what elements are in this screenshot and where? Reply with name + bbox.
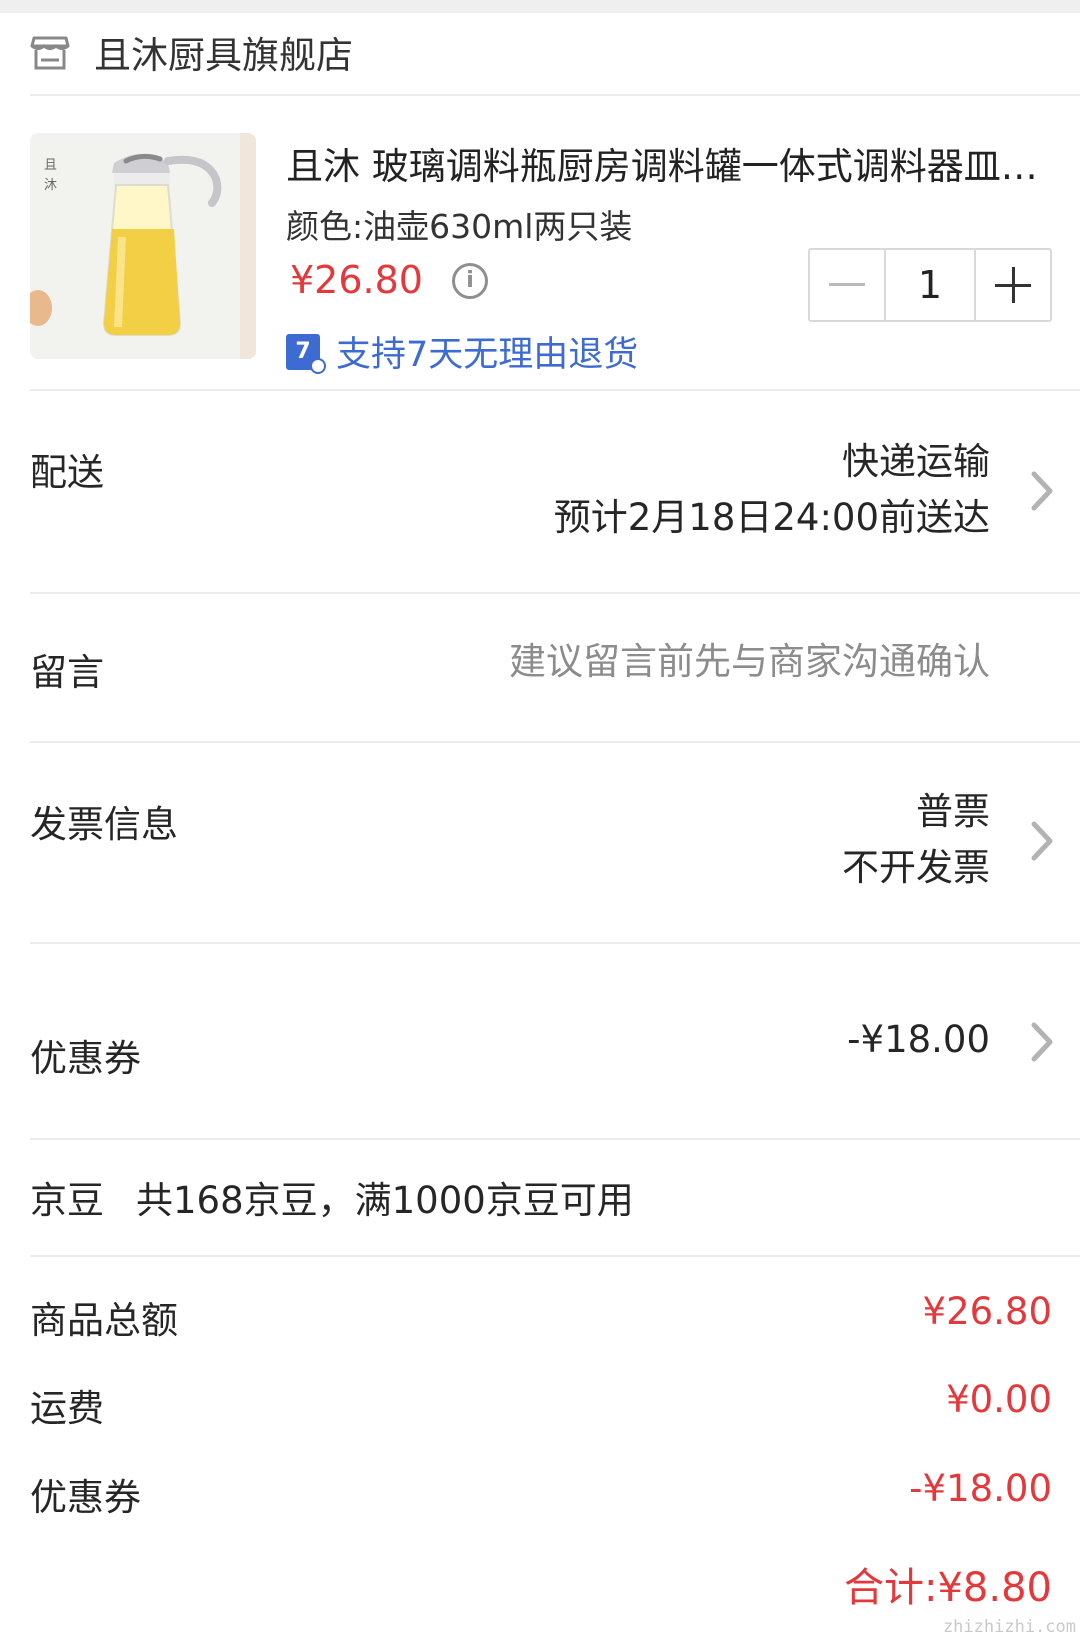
coupon-value[interactable]: -¥18.00 [847,1012,990,1068]
product-image[interactable]: 且 沐 [30,133,256,359]
top-bar [0,0,1080,13]
quantity-value[interactable]: 1 [884,250,976,320]
divider [30,389,1080,391]
store-name: 且沐厨具旗舰店 [94,34,353,77]
message-label: 留言 [30,651,104,694]
invoice-type: 普票 [916,790,990,833]
total-label: 合计: [844,1565,938,1611]
summary-label-goods: 商品总额 [30,1299,178,1342]
increase-button[interactable] [976,250,1050,320]
return-policy-text: 支持7天无理由退货 [336,335,639,375]
chevron-right-icon[interactable] [1026,820,1056,862]
product-title[interactable]: 且沐 玻璃调料瓶厨房调料罐一体式调料器皿油壶套装 [286,136,1056,190]
svg-text:沐: 沐 [44,178,57,193]
watermark: zhizhizhi.com [942,1617,1076,1637]
summary-label-coupon: 优惠券 [30,1476,141,1519]
invoice-info[interactable]: 普票 不开发票 [842,784,990,896]
divider [30,741,1080,743]
chevron-right-icon[interactable] [1026,1021,1056,1063]
summary-label-shipping: 运费 [30,1387,104,1430]
svg-text:且: 且 [44,158,57,173]
total-value: ¥8.80 [937,1565,1052,1611]
invoice-status: 不开发票 [842,846,990,889]
return-policy: 7 支持7天无理由退货 [286,326,638,377]
delivery-info[interactable]: 快递运输 预计2月18日24:00前送达 [554,434,990,546]
minus-icon [829,283,865,286]
invoice-label: 发票信息 [30,803,178,846]
summary-value-shipping: ¥0.00 [946,1378,1052,1421]
order-total: 合计:¥8.80 [844,1555,1052,1613]
divider [30,1255,1080,1257]
summary-value-goods: ¥26.80 [922,1290,1052,1333]
store-header[interactable]: 且沐厨具旗舰店 [30,30,353,77]
message-input[interactable]: 建议留言前先与商家沟通确认 [509,634,990,690]
divider [30,1138,1080,1140]
oil-bottle-image: 且 沐 [30,133,256,359]
seven-day-return-icon: 7 [286,333,326,374]
chevron-right-icon[interactable] [1026,470,1056,512]
delivery-method: 快递运输 [842,440,990,483]
plus-icon [995,267,1031,303]
jingdou-row: 京豆 共168京豆，满1000京豆可用 [30,1170,634,1224]
jingdou-text: 共168京豆，满1000京豆可用 [136,1179,634,1222]
product-spec: 颜色:油壶630ml两只装 [286,207,633,246]
coupon-label: 优惠券 [30,1037,141,1080]
decrease-button[interactable] [810,250,884,320]
divider [30,592,1080,594]
delivery-eta: 预计2月18日24:00前送达 [553,496,990,539]
divider [30,942,1080,944]
store-icon [30,36,70,70]
divider [30,94,1080,96]
delivery-label: 配送 [30,451,104,494]
summary-value-coupon: -¥18.00 [909,1467,1052,1510]
jingdou-label: 京豆 [30,1179,104,1222]
info-icon[interactable]: i [452,263,488,299]
product-price: ¥26.80 [290,258,423,302]
quantity-stepper[interactable]: 1 [808,248,1052,322]
